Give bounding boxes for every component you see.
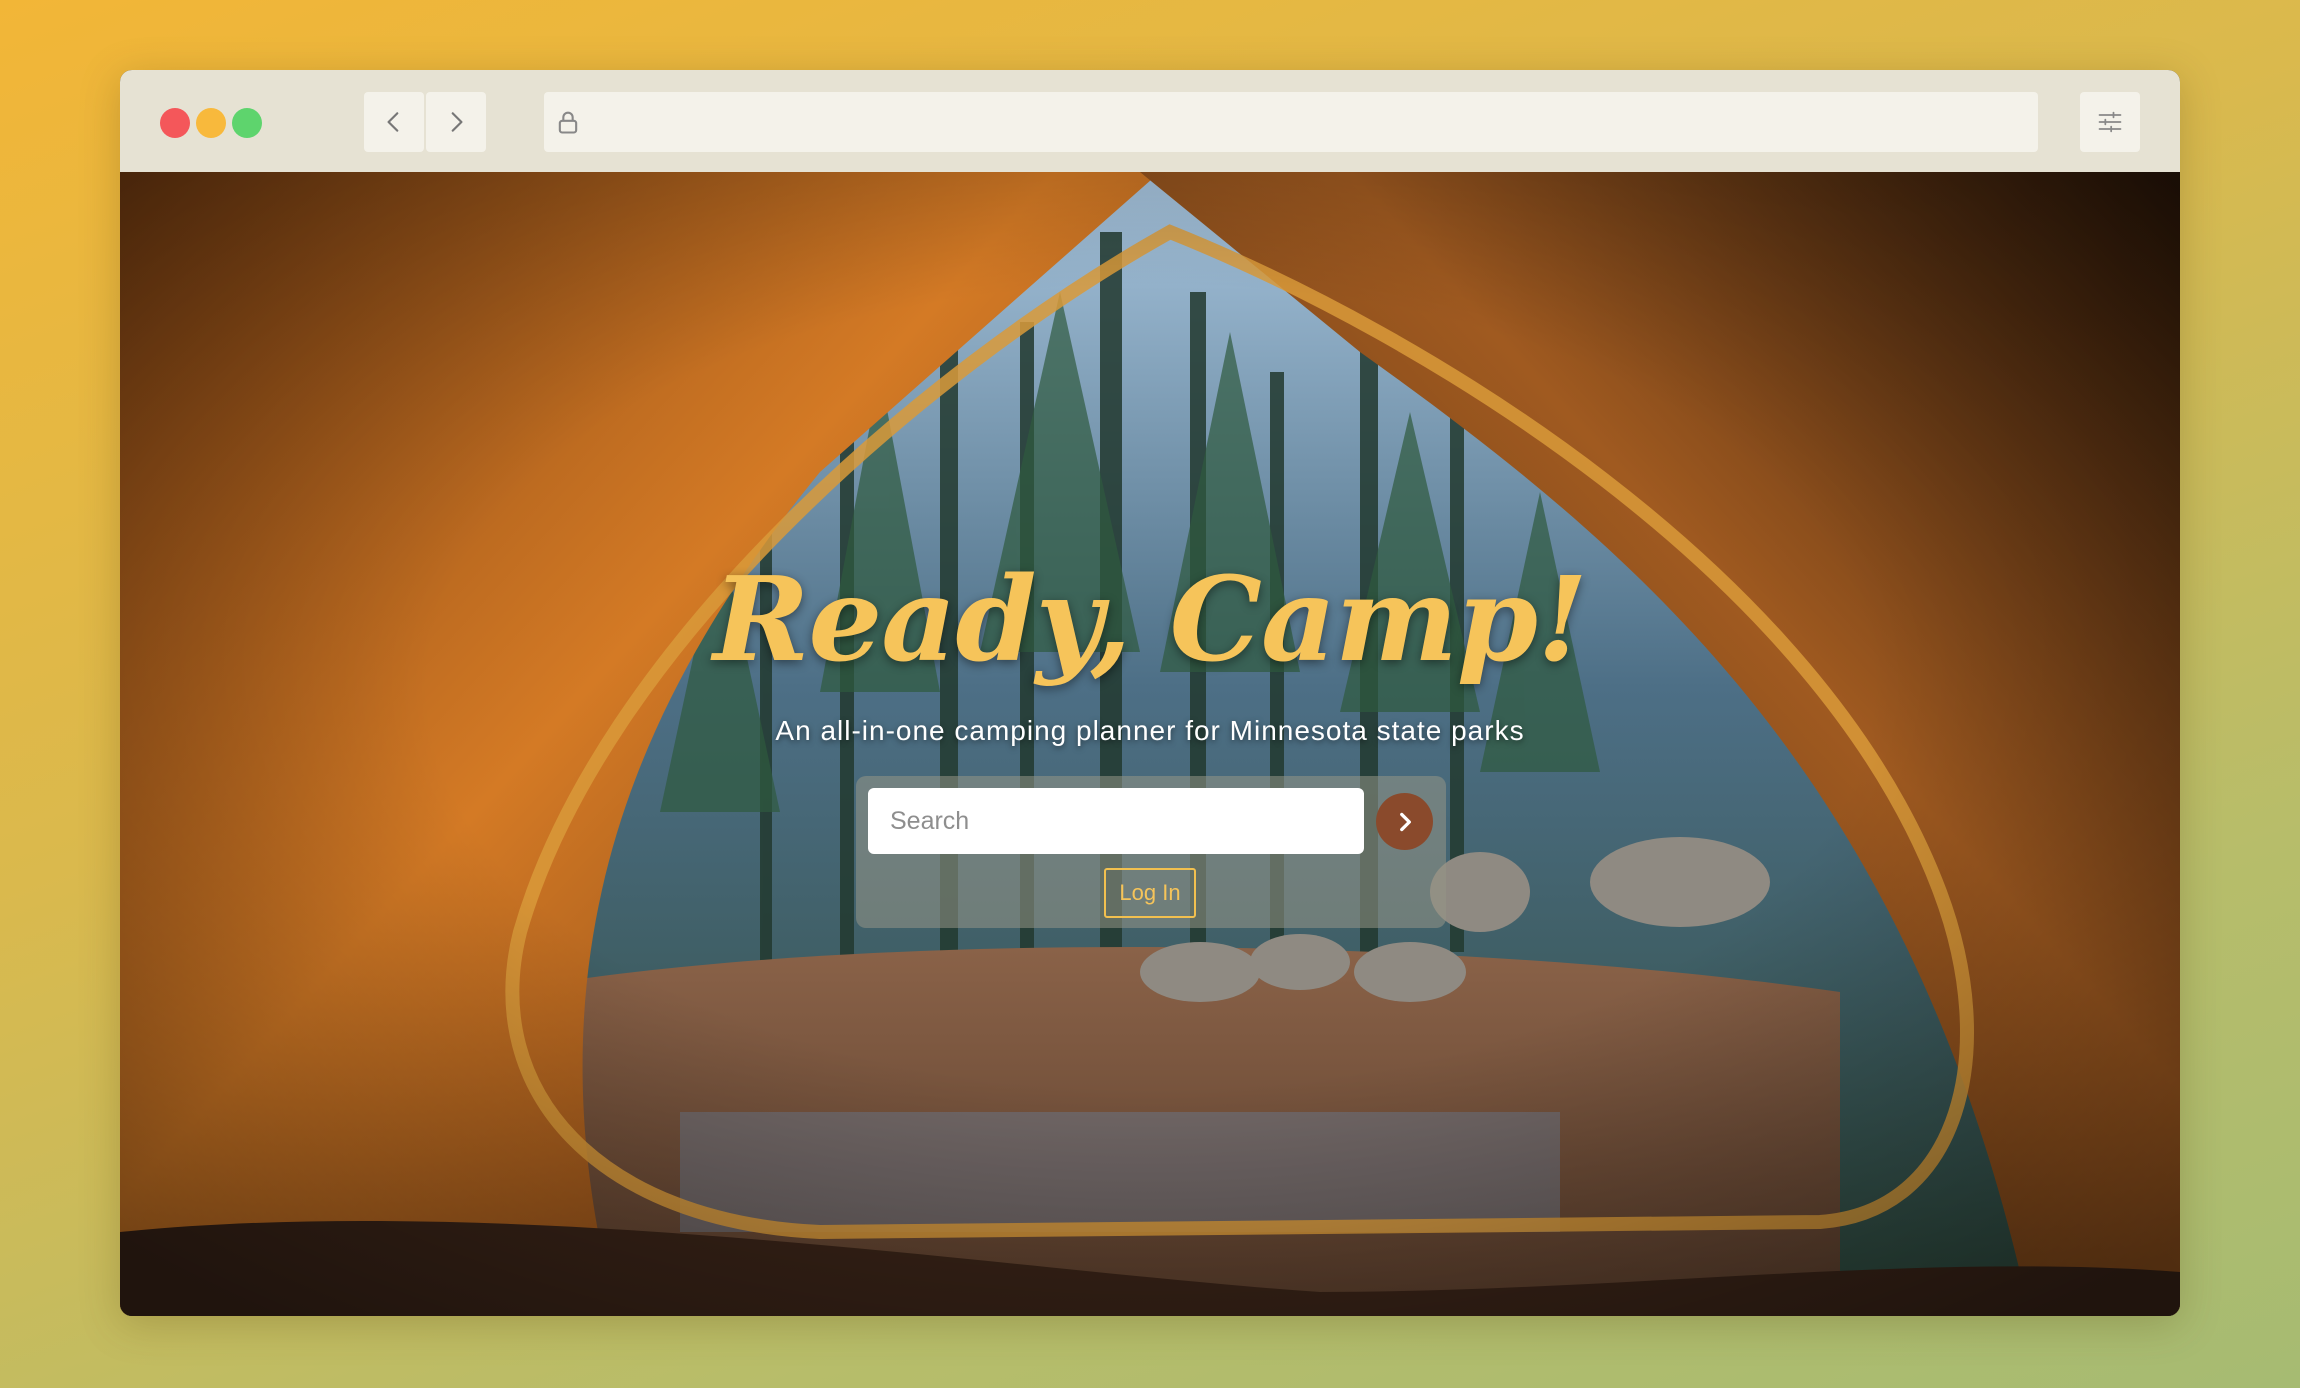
chevron-right-icon [1399, 812, 1411, 831]
page-subtitle: An all-in-one camping planner for Minnes… [775, 715, 1525, 746]
chevron-left-icon [387, 112, 399, 132]
lock-icon [558, 111, 578, 134]
address-bar[interactable] [544, 92, 2038, 152]
chevron-right-icon [451, 112, 463, 132]
back-button[interactable] [364, 92, 424, 152]
sliders-icon [2098, 111, 2122, 133]
search-panel: Log In [856, 776, 1446, 928]
search-input[interactable] [868, 788, 1364, 854]
page-title: Ready, Camp! [713, 552, 1588, 688]
forward-button[interactable] [426, 92, 486, 152]
hero-section: Ready, Camp! An all-in-one camping plann… [120, 172, 2180, 1316]
browser-toolbar [120, 70, 2180, 173]
page-viewport: Ready, Camp! An all-in-one camping plann… [120, 172, 2180, 1316]
minimize-window-button[interactable] [196, 108, 226, 138]
close-window-button[interactable] [160, 108, 190, 138]
settings-button[interactable] [2080, 92, 2140, 152]
search-submit-button[interactable] [1376, 793, 1433, 850]
maximize-window-button[interactable] [232, 108, 262, 138]
browser-window: Ready, Camp! An all-in-one camping plann… [120, 70, 2180, 1316]
login-button[interactable]: Log In [1104, 868, 1196, 918]
